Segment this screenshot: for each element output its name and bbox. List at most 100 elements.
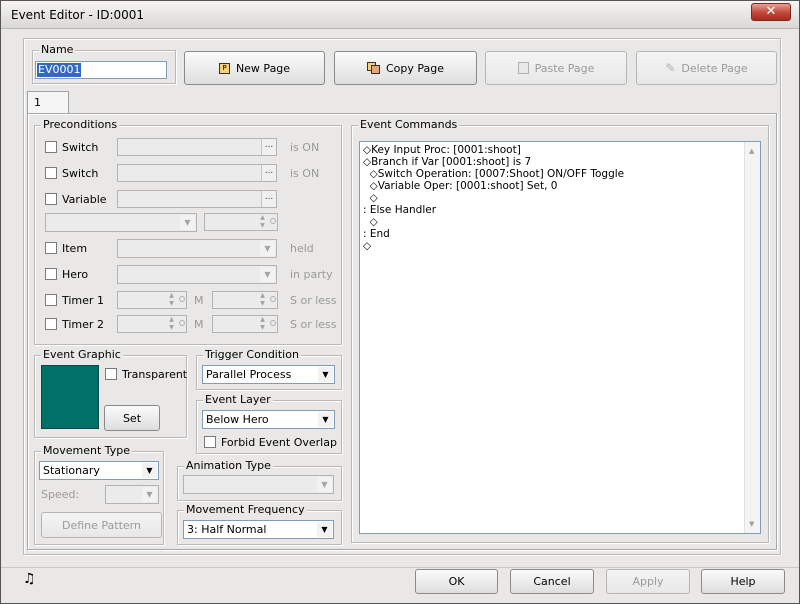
title-bar: Event Editor - ID:0001 ✕ [1, 1, 799, 29]
timer1-seconds-spinner[interactable]: ▲ ▼ [212, 291, 278, 309]
switch1-browse-button[interactable]: ... [261, 139, 276, 155]
cancel-label: Cancel [533, 575, 571, 588]
event-graphic-preview[interactable] [41, 365, 99, 429]
scroll-up-icon[interactable]: ▲ [749, 145, 754, 157]
switch2-checkbox[interactable] [45, 167, 57, 179]
switch1-checkbox[interactable] [45, 141, 57, 153]
timer1-checkbox[interactable] [45, 294, 57, 306]
command-line[interactable]: : End [363, 228, 760, 240]
cancel-button[interactable]: Cancel [510, 569, 594, 594]
variable-checkbox[interactable] [45, 193, 57, 205]
forbid-overlap-checkbox[interactable] [204, 436, 216, 448]
animation-type-select[interactable]: ▼ [183, 475, 334, 494]
chevron-down-icon: ▼ [318, 367, 333, 382]
timer1-sec-unit: S or less [290, 294, 337, 307]
command-line[interactable]: ◇Variable Oper: [0001:shoot] Set, 0 [363, 180, 760, 192]
hero-label: Hero [62, 268, 89, 281]
command-line[interactable]: : Else Handler [363, 204, 760, 216]
chevron-down-icon: ▼ [260, 241, 275, 256]
timer1-label: Timer 1 [62, 294, 104, 307]
delete-page-label: Delete Page [681, 61, 748, 75]
hero-select[interactable]: ▼ [117, 265, 277, 284]
spin-arrows-icon: ▲ ▼ [169, 316, 174, 331]
switch2-suffix: is ON [290, 167, 320, 180]
tab-page-1[interactable]: 1 [27, 91, 69, 113]
movement-type-select[interactable]: Stationary ▼ [39, 461, 159, 480]
hero-suffix: in party [290, 268, 333, 281]
transparent-checkbox[interactable] [105, 368, 117, 380]
set-graphic-button[interactable]: Set [104, 405, 160, 431]
event-commands-list[interactable]: ◇Key Input Proc: [0001:shoot] ◇Branch if… [359, 141, 761, 534]
command-line[interactable]: ◇ [363, 216, 760, 228]
commands-scrollbar[interactable]: ▲ ▼ [744, 142, 760, 533]
variable-browse-button[interactable]: ... [261, 191, 276, 207]
paste-page-button[interactable]: Paste Page [485, 51, 627, 85]
animation-type-label: Animation Type [184, 459, 273, 472]
chevron-down-icon: ▼ [318, 412, 333, 427]
timer2-seconds-spinner[interactable]: ▲ ▼ [212, 315, 278, 333]
item-checkbox[interactable] [45, 242, 57, 254]
timer2-min-unit: M [194, 318, 204, 331]
tab-page-1-label: 1 [34, 96, 41, 109]
switch2-browse-button[interactable]: ... [261, 165, 276, 181]
timer1-minutes-spinner[interactable]: ▲ ▼ [117, 291, 187, 309]
trigger-condition-select[interactable]: Parallel Process ▼ [202, 365, 335, 384]
spin-dial-icon [179, 320, 185, 326]
speed-label: Speed: [41, 488, 80, 501]
chevron-down-icon: ▼ [317, 477, 332, 492]
chevron-down-icon: ▼ [142, 463, 157, 478]
chevron-down-icon: ▼ [180, 215, 195, 230]
name-input[interactable]: EV0001 [35, 61, 167, 79]
transparent-label: Transparent [122, 368, 188, 381]
preconditions-group: Preconditions [34, 118, 342, 345]
event-layer-label: Event Layer [203, 393, 273, 406]
hero-checkbox[interactable] [45, 268, 57, 280]
command-line[interactable]: ◇Switch Operation: [0007:Shoot] ON/OFF T… [363, 168, 760, 180]
spin-arrows-icon: ▲ ▼ [260, 214, 265, 229]
help-button[interactable]: Help [701, 569, 785, 594]
close-icon: ✕ [765, 4, 777, 19]
switch1-label: Switch [62, 141, 99, 154]
trigger-condition-label: Trigger Condition [203, 348, 301, 361]
variable-label: Variable [62, 193, 107, 206]
variable-value-spinner[interactable]: ▲ ▼ [204, 213, 278, 231]
paste-page-icon [517, 62, 529, 74]
close-button[interactable]: ✕ [751, 3, 791, 21]
command-line[interactable]: ◇ [363, 192, 760, 204]
item-suffix: held [290, 242, 314, 255]
spin-dial-icon [179, 296, 185, 302]
command-line[interactable]: ◇Branch if Var [0001:shoot] is 7 [363, 156, 760, 168]
scroll-down-icon[interactable]: ▼ [749, 518, 754, 530]
variable-operator-select[interactable]: ▼ [45, 213, 197, 232]
copy-page-icon [366, 62, 380, 74]
command-line[interactable]: ◇Key Input Proc: [0001:shoot] [363, 144, 760, 156]
item-select[interactable]: ▼ [117, 239, 277, 258]
forbid-overlap-label: Forbid Event Overlap [221, 436, 337, 449]
command-line[interactable]: ◇ [363, 240, 760, 252]
speed-select[interactable]: ▼ [105, 485, 159, 504]
copy-page-button[interactable]: Copy Page [334, 51, 477, 85]
movement-frequency-label: Movement Frequency [184, 503, 307, 516]
switch2-field[interactable]: ... [117, 164, 277, 182]
delete-page-button[interactable]: ✎ Delete Page [636, 51, 777, 85]
define-pattern-button[interactable]: Define Pattern [41, 512, 162, 538]
ok-button[interactable]: OK [415, 569, 498, 594]
movement-frequency-select[interactable]: 3: Half Normal ▼ [183, 520, 334, 539]
define-pattern-label: Define Pattern [62, 518, 141, 532]
new-page-button[interactable]: P New Page [184, 51, 325, 85]
spin-arrows-icon: ▲ ▼ [260, 292, 265, 307]
event-graphic-label: Event Graphic [41, 348, 123, 361]
movement-type-label: Movement Type [41, 444, 133, 457]
apply-button[interactable]: Apply [606, 569, 690, 594]
timer2-checkbox[interactable] [45, 318, 57, 330]
preconditions-label: Preconditions [41, 118, 120, 131]
item-label: Item [62, 242, 88, 255]
music-note-icon[interactable]: ♫ [23, 571, 36, 587]
switch1-field[interactable]: ... [117, 138, 277, 156]
event-layer-select[interactable]: Below Hero ▼ [202, 410, 335, 429]
window-title: Event Editor - ID:0001 [11, 8, 145, 22]
timer2-label: Timer 2 [62, 318, 104, 331]
timer2-minutes-spinner[interactable]: ▲ ▼ [117, 315, 187, 333]
event-commands-label: Event Commands [358, 118, 460, 131]
variable-field[interactable]: ... [117, 190, 277, 208]
